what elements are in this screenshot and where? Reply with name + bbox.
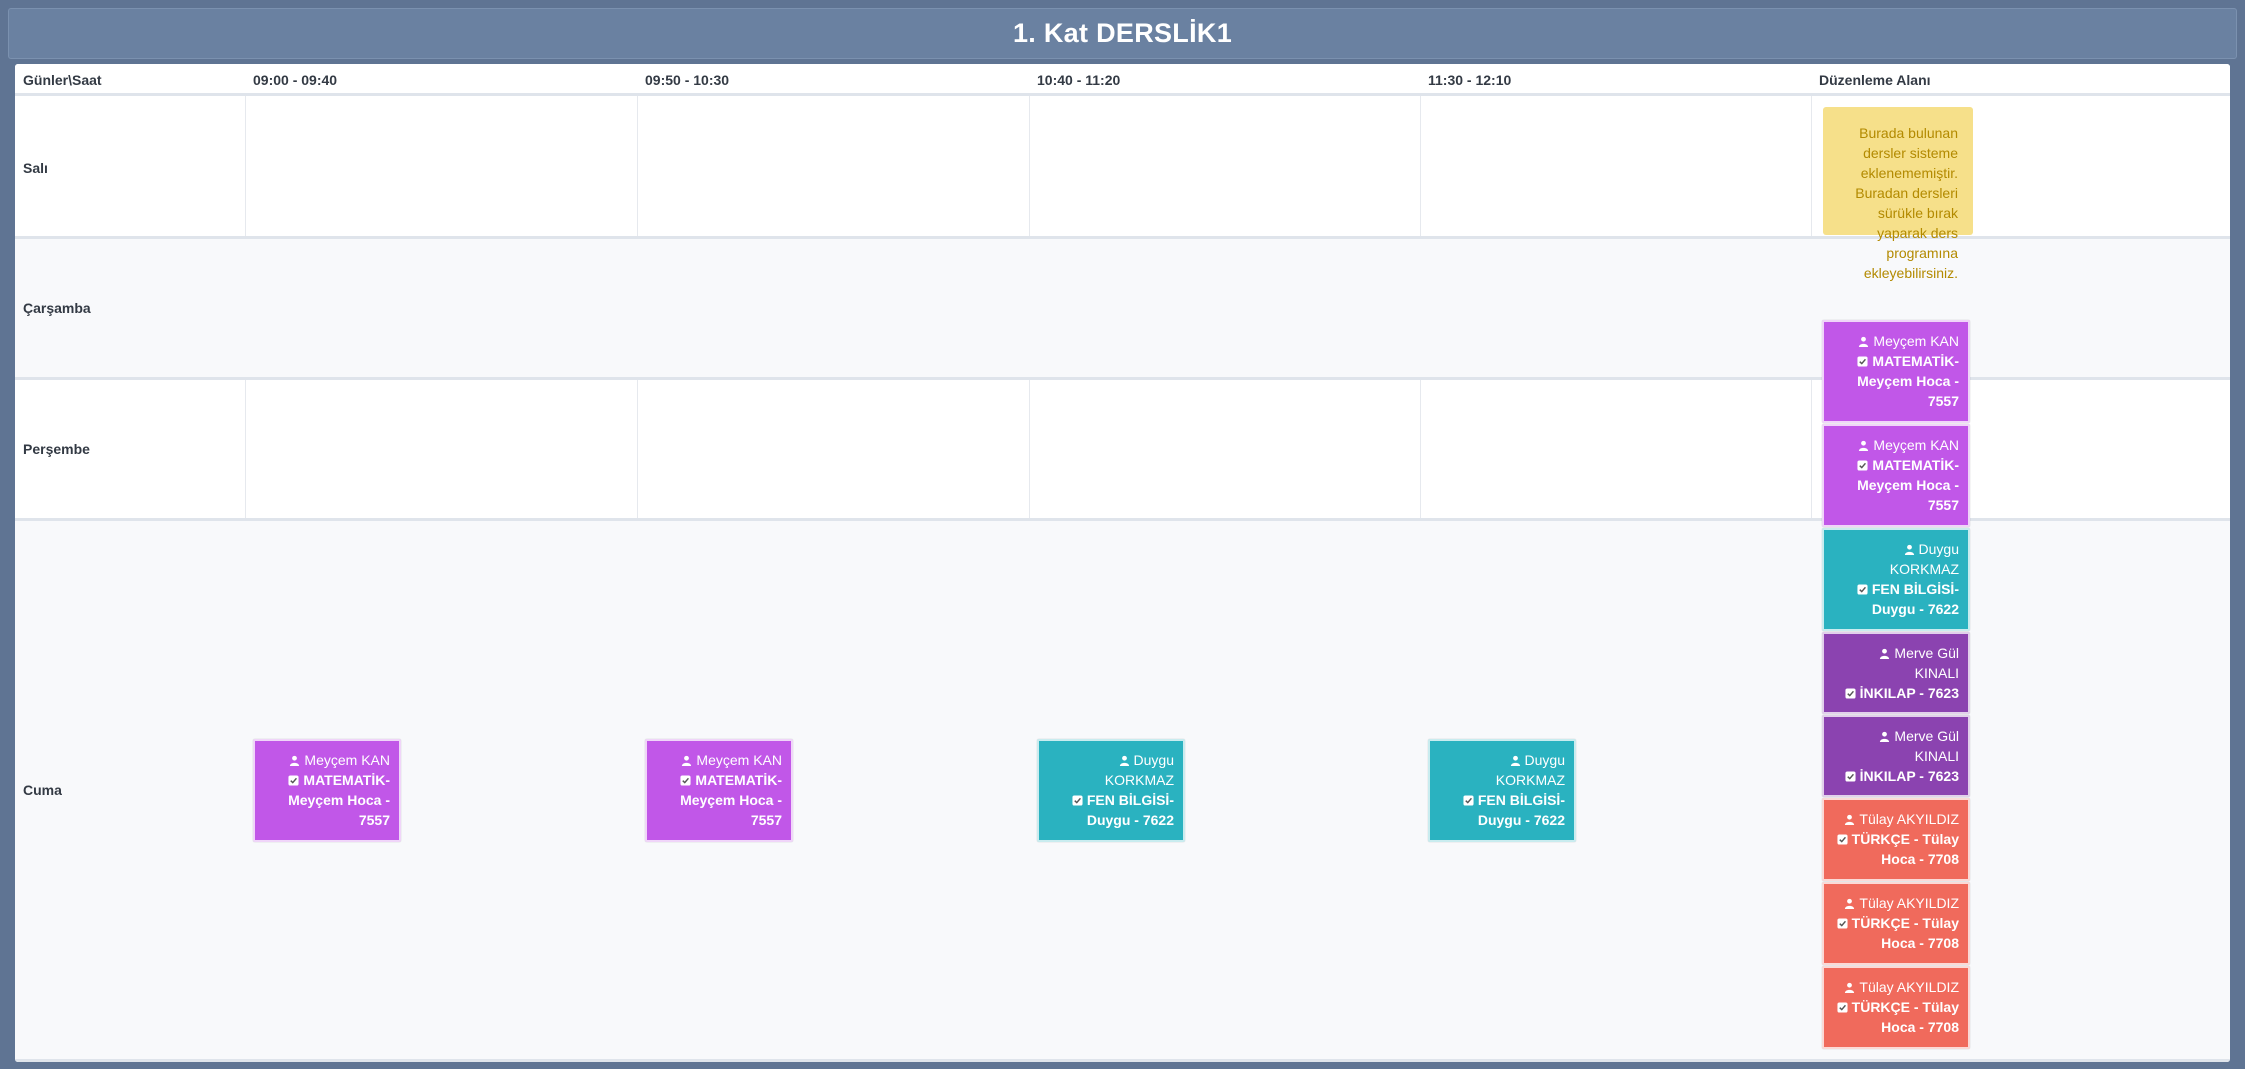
user-icon [681,755,692,766]
unassigned-lesson-card[interactable]: Duygu KORKMAZ FEN BİLGİSİ-Duygu - 7622 [1822,528,1970,631]
teacher-name: Tülay AKYILDIZ [1859,979,1959,995]
check-square-icon [1837,1002,1848,1013]
check-square-icon [1837,834,1848,845]
lesson-name: TÜRKÇE - Tülay Hoca - 7708 [1851,915,1959,951]
lesson-name: MATEMATİK-Meyçem Hoca - 7557 [288,772,390,828]
day-label: Perşembe [23,441,90,457]
day-label: Cuma [23,782,62,798]
header-slot-2: 09:50 - 10:30 [645,72,730,88]
check-square-icon [1837,918,1848,929]
page-title: 1. Kat DERSLİK1 [1012,18,1233,48]
lesson-name: MATEMATİK-Meyçem Hoca - 7557 [680,772,782,828]
unassigned-lesson-card[interactable]: Merve Gül KINALI İNKILAP - 7623 [1822,632,1970,714]
check-square-icon [1072,795,1083,806]
teacher-name: Duygu KORKMAZ [1104,752,1174,788]
unassigned-lesson-card[interactable]: Tülay AKYILDIZ TÜRKÇE - Tülay Hoca - 770… [1822,966,1970,1049]
unassigned-lesson-card[interactable]: Meyçem KAN MATEMATİK-Meyçem Hoca - 7557 [1822,424,1970,527]
lesson-name: FEN BİLGİSİ-Duygu - 7622 [1086,792,1174,828]
user-icon [1844,982,1855,993]
lesson-name: İNKILAP - 7623 [1859,685,1959,701]
user-icon [1858,336,1869,347]
lesson-name: İNKILAP - 7623 [1859,768,1959,784]
unassigned-lesson-card[interactable]: Meyçem KAN MATEMATİK-Meyçem Hoca - 7557 [1822,320,1970,423]
header-corner: Günler\Saat [23,72,102,88]
check-square-icon [680,775,691,786]
teacher-name: Meyçem KAN [1873,437,1959,453]
teacher-name: Meyçem KAN [696,752,782,768]
check-square-icon [288,775,299,786]
user-icon [1844,814,1855,825]
lesson-card[interactable]: Meyçem KAN MATEMATİK-Meyçem Hoca - 7557 [253,739,401,842]
lesson-name: MATEMATİK-Meyçem Hoca - 7557 [1857,353,1959,409]
schedule-board: Günler\Saat 09:00 - 09:40 09:50 - 10:30 … [15,64,2230,1062]
edit-area-note: Burada bulunan dersler sisteme eklenemem… [1823,107,1973,281]
user-icon [1879,648,1890,659]
header-slot-1: 09:00 - 09:40 [253,72,338,88]
teacher-name: Tülay AKYILDIZ [1859,895,1959,911]
lesson-name: FEN BİLGİSİ-Duygu - 7622 [1477,792,1565,828]
title-bar: 1. Kat DERSLİK1 [8,8,2237,59]
header-edit-area: Düzenleme Alanı [1819,72,1931,88]
teacher-name: Tülay AKYILDIZ [1859,811,1959,827]
app-frame: 1. Kat DERSLİK1 Günler\Saat 09:00 - 09:4… [0,0,2245,1069]
user-icon [1904,544,1915,555]
unassigned-lesson-card[interactable]: Tülay AKYILDIZ TÜRKÇE - Tülay Hoca - 770… [1822,798,1970,881]
user-icon [289,755,300,766]
teacher-name: Duygu KORKMAZ [1889,541,1959,577]
teacher-name: Meyçem KAN [304,752,390,768]
lesson-card[interactable]: Duygu KORKMAZ FEN BİLGİSİ-Duygu - 7622 [1428,739,1576,842]
user-icon [1119,755,1130,766]
user-icon [1879,731,1890,742]
teacher-name: Meyçem KAN [1873,333,1959,349]
lesson-name: TÜRKÇE - Tülay Hoca - 7708 [1851,999,1959,1035]
lesson-name: MATEMATİK-Meyçem Hoca - 7557 [1857,457,1959,513]
lesson-card[interactable]: Meyçem KAN MATEMATİK-Meyçem Hoca - 7557 [645,739,793,842]
teacher-name: Duygu KORKMAZ [1495,752,1565,788]
check-square-icon [1857,584,1868,595]
header-slot-3: 10:40 - 11:20 [1037,72,1121,88]
check-square-icon [1857,356,1868,367]
check-square-icon [1463,795,1474,806]
teacher-name: Merve Gül KINALI [1894,728,1959,764]
unassigned-lesson-card[interactable]: Tülay AKYILDIZ TÜRKÇE - Tülay Hoca - 770… [1822,882,1970,965]
user-icon [1844,898,1855,909]
teacher-name: Merve Gül KINALI [1894,645,1959,681]
day-label: Çarşamba [23,300,91,316]
check-square-icon [1845,771,1856,782]
lesson-name: FEN BİLGİSİ-Duygu - 7622 [1871,581,1959,617]
lesson-name: TÜRKÇE - Tülay Hoca - 7708 [1851,831,1959,867]
user-icon [1510,755,1521,766]
check-square-icon [1857,460,1868,471]
day-label: Salı [23,159,48,176]
user-icon [1858,440,1869,451]
check-square-icon [1845,688,1856,699]
header-slot-4: 11:30 - 12:10 [1428,72,1512,88]
unassigned-lesson-card[interactable]: Merve Gül KINALI İNKILAP - 7623 [1822,715,1970,797]
header-row: Günler\Saat 09:00 - 09:40 09:50 - 10:30 … [15,64,2230,96]
lesson-card[interactable]: Duygu KORKMAZ FEN BİLGİSİ-Duygu - 7622 [1037,739,1185,842]
